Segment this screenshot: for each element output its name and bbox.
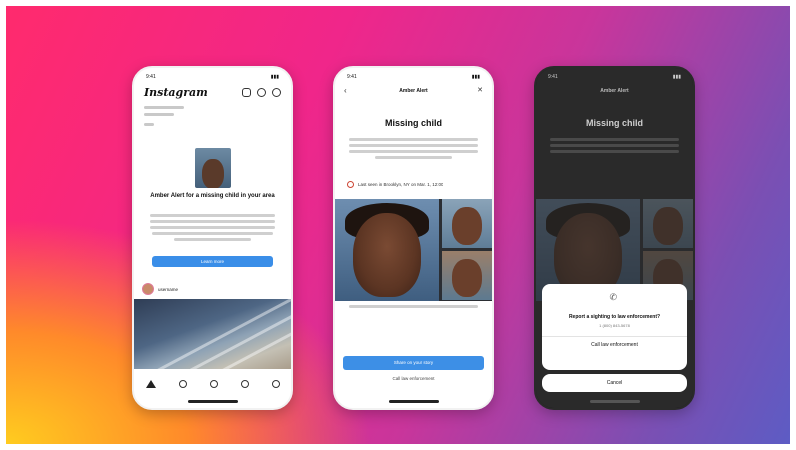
child-photo-small[interactable] xyxy=(442,251,492,300)
alert-text-line xyxy=(150,220,275,223)
home-indicator xyxy=(388,400,439,403)
child-photo-main[interactable] xyxy=(335,199,439,301)
status-time: 9:41 xyxy=(146,74,156,80)
home-indicator xyxy=(187,400,238,403)
avatar[interactable] xyxy=(142,283,154,295)
post-header: username xyxy=(142,283,283,295)
close-icon[interactable]: ✕ xyxy=(477,86,483,94)
search-icon[interactable] xyxy=(178,380,187,388)
story-line xyxy=(144,123,154,126)
alert-heading: Missing child xyxy=(384,118,442,128)
alert-text-line xyxy=(152,232,273,235)
alert-heading: Missing child xyxy=(585,118,643,128)
detail-text-line xyxy=(375,156,452,159)
call-button[interactable]: Call law enforcement xyxy=(542,342,687,348)
battery-icon: ▮▮▮ xyxy=(471,74,480,80)
post-handle[interactable]: username xyxy=(158,287,178,292)
profile-icon[interactable] xyxy=(271,380,280,388)
last-seen-row: Last seen in Brooklyn, NY on Mar. 1, 12:… xyxy=(347,181,482,188)
story-line xyxy=(144,106,184,109)
home-indicator xyxy=(589,400,640,403)
status-bar: 9:41 ▮▮▮ xyxy=(347,74,480,82)
learn-more-button[interactable]: Learn more xyxy=(152,256,273,267)
alert-title: Amber Alert for a missing child in your … xyxy=(150,193,275,199)
bottom-nav xyxy=(134,376,291,392)
share-story-button[interactable]: Share on your story xyxy=(343,356,484,370)
post-image[interactable] xyxy=(134,299,291,369)
shop-icon[interactable] xyxy=(240,380,249,388)
status-bar: 9:41 ▮▮▮ xyxy=(548,74,681,82)
reels-icon[interactable] xyxy=(209,380,218,388)
promo-background: 9:41 ▮▮▮ Instagram Amber Alert for a mis… xyxy=(6,6,790,444)
alert-text-line xyxy=(174,238,251,241)
add-post-icon[interactable] xyxy=(242,88,251,97)
alert-text-line xyxy=(150,214,275,217)
detail-text-line xyxy=(349,138,478,141)
location-pin-icon xyxy=(347,181,354,188)
status-time: 9:41 xyxy=(548,74,558,80)
phone-feed: 9:41 ▮▮▮ Instagram Amber Alert for a mis… xyxy=(132,66,293,410)
missing-child-thumbnail xyxy=(195,148,231,188)
battery-icon: ▮▮▮ xyxy=(672,74,681,80)
heart-icon[interactable] xyxy=(257,88,266,97)
detail-text-line xyxy=(550,150,679,153)
story-line xyxy=(144,113,174,116)
phone-report-sheet: 9:41 ▮▮▮ Amber Alert Missing child ✆ Rep… xyxy=(534,66,695,410)
phone-alert-detail: 9:41 ▮▮▮ ‹ Amber Alert ✕ Missing child L… xyxy=(333,66,494,410)
battery-icon: ▮▮▮ xyxy=(270,74,279,80)
home-icon[interactable] xyxy=(145,380,156,388)
status-bar: 9:41 ▮▮▮ xyxy=(146,74,279,82)
detail-text-line xyxy=(349,150,478,153)
cancel-button[interactable]: Cancel xyxy=(542,374,687,392)
status-time: 9:41 xyxy=(347,74,357,80)
screen-header: Amber Alert xyxy=(399,88,428,94)
detail-text-line xyxy=(550,138,679,141)
alert-text-line xyxy=(150,226,275,229)
detail-text-line xyxy=(349,144,478,147)
divider xyxy=(542,336,687,337)
detail-text-line xyxy=(550,144,679,147)
app-logo: Instagram xyxy=(144,86,208,99)
phone-call-icon: ✆ xyxy=(609,292,618,302)
child-photo-small xyxy=(643,199,693,248)
top-actions xyxy=(242,88,281,97)
messenger-icon[interactable] xyxy=(272,88,281,97)
sheet-title: Report a sighting to law enforcement? xyxy=(568,314,661,320)
photo-caption-line xyxy=(349,305,478,308)
report-action-sheet: ✆ Report a sighting to law enforcement? … xyxy=(542,284,687,370)
child-photos xyxy=(335,199,492,301)
sheet-phone-number: 1 (800) 843-5678 xyxy=(599,323,630,328)
child-photo-small[interactable] xyxy=(442,199,492,248)
screen-header: Amber Alert xyxy=(600,88,629,94)
call-law-enforcement-link[interactable]: Call law enforcement xyxy=(335,376,492,381)
last-seen-text: Last seen in Brooklyn, NY on Mar. 1, 12:… xyxy=(358,182,444,187)
